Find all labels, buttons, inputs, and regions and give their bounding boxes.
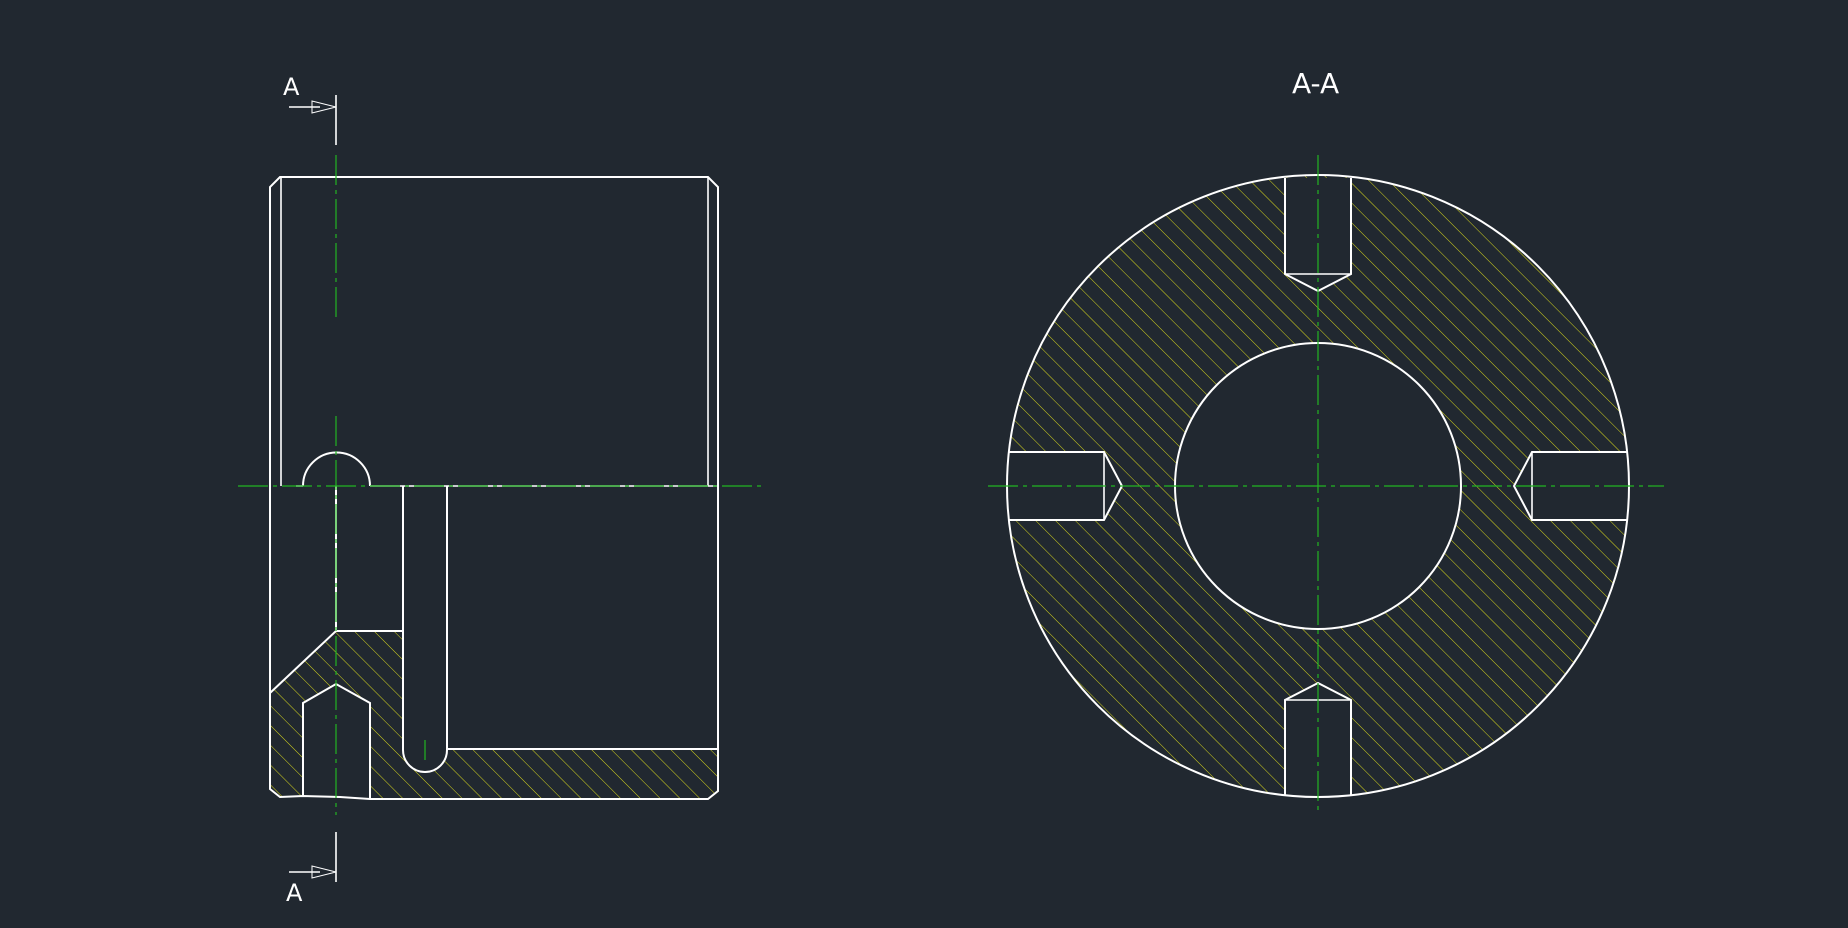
front-view-outline [269, 176, 719, 800]
section-view-hatching [1000, 170, 1640, 810]
section-marker-bottom-label: A [286, 879, 303, 907]
cad-drawing: A A A-A [238, 67, 1664, 907]
front-view-hatching [270, 631, 718, 799]
section-marker-top-label: A [283, 73, 300, 101]
section-view-title: A-A [1292, 67, 1339, 100]
front-view [238, 155, 762, 815]
section-view: A-A [988, 67, 1664, 813]
section-marker-top: A [283, 73, 337, 145]
front-view-bore [335, 486, 403, 632]
front-view-slot [402, 486, 448, 773]
section-marker-bottom: A [286, 832, 337, 907]
